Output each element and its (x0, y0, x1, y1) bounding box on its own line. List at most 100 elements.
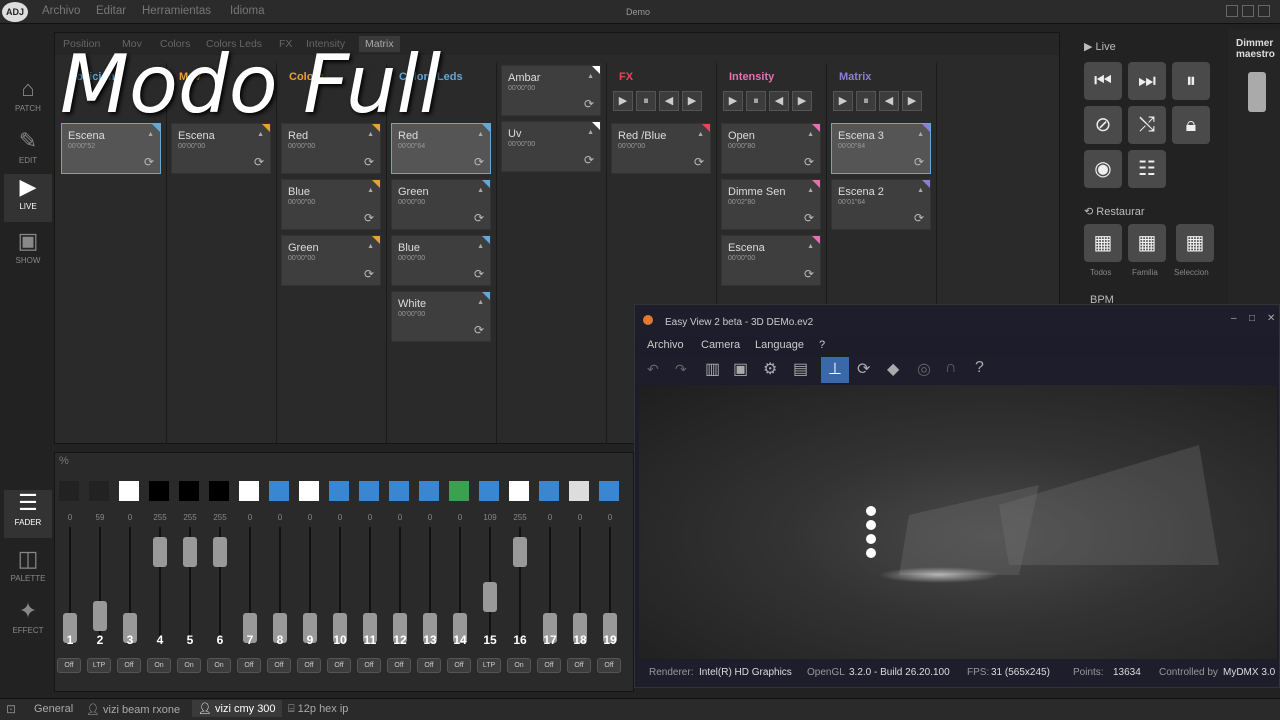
channel-state-button[interactable]: On (507, 658, 531, 673)
ev-close-button[interactable]: ✕ (1267, 313, 1275, 324)
sidebar-item-palette[interactable]: ◫ PALETTE (4, 546, 52, 590)
ev-menu-language[interactable]: Language (755, 339, 804, 351)
refresh-icon[interactable]: ⟳ (144, 155, 154, 169)
chevron-icon[interactable]: ▲ (367, 243, 374, 250)
ev-3d-viewport[interactable] (639, 385, 1277, 659)
refresh-icon[interactable]: ⟳ (364, 267, 374, 281)
sidebar-item-patch[interactable]: ⌂ PATCH (4, 76, 52, 120)
scene-card[interactable]: Dimme Sen 00'02"80 ⟳ ▲ (721, 179, 821, 230)
menu-herramientas[interactable]: Herramientas (142, 5, 211, 17)
scene-card[interactable]: Green 00'00"00 ⟳ ▲ (281, 235, 381, 286)
vr-icon[interactable]: ◎ (917, 359, 931, 379)
ev-menu-camera[interactable]: Camera (701, 339, 740, 351)
scene-card[interactable]: Blue 00'00"00 ⟳ ▲ (281, 179, 381, 230)
transport-button[interactable]: ▶ (682, 91, 702, 111)
transport-button[interactable]: ▶ (723, 91, 743, 111)
scene-card[interactable]: White 00'00"00 ⟳ ▲ (391, 291, 491, 342)
scene-card[interactable]: Escena 2 00'01"64 ⟳ ▲ (831, 179, 931, 230)
channel-state-button[interactable]: Off (297, 658, 321, 673)
refresh-icon[interactable]: ⟳ (474, 211, 484, 225)
chevron-icon[interactable]: ▲ (147, 131, 154, 138)
refresh-icon[interactable]: ⟳ (914, 155, 924, 169)
transport-button[interactable]: ▶ (613, 91, 633, 111)
minimize-button[interactable] (1226, 5, 1238, 17)
ev-minimize-button[interactable]: ‒ (1231, 313, 1237, 324)
tab-vizi-cmy-300[interactable]: 👤︎ vizi cmy 300 (192, 700, 282, 717)
restaurar-label[interactable]: ⟲ Restaurar (1084, 205, 1145, 218)
chevron-icon[interactable]: ▲ (917, 131, 924, 138)
settings-icon[interactable]: ⚙ (763, 359, 777, 379)
transport-button[interactable]: ▶ (833, 91, 853, 111)
redo-icon[interactable]: ↷ (675, 361, 687, 378)
refresh-icon[interactable]: ⟳ (364, 211, 374, 225)
menu-idioma[interactable]: Idioma (230, 5, 265, 17)
diamond-icon[interactable]: ◆ (887, 359, 899, 379)
sidebar-item-effect[interactable]: ✦ EFFECT (4, 598, 52, 642)
transport-button[interactable]: ◀ (659, 91, 679, 111)
refresh-icon[interactable]: ⟳ (914, 211, 924, 225)
ev-maximize-button[interactable]: □ (1249, 313, 1255, 324)
channel-state-button[interactable]: Off (57, 658, 81, 673)
scene-card[interactable]: Green 00'00"00 ⟳ ▲ (391, 179, 491, 230)
lock-icon[interactable]: 🔒︎ (1172, 106, 1210, 144)
refresh-icon[interactable]: ⟳ (804, 155, 814, 169)
fader-knob[interactable] (483, 581, 497, 612)
sidebar-item-fader[interactable]: ☰ FADER (4, 490, 52, 538)
transport-button[interactable]: ⏸ (746, 91, 766, 111)
refresh-icon[interactable]: ⟳ (694, 155, 704, 169)
help-icon[interactable]: ? (975, 359, 984, 377)
chevron-icon[interactable]: ▲ (367, 187, 374, 194)
channel-state-button[interactable]: Off (567, 658, 591, 673)
grid-all-icon[interactable]: ▦ (1084, 224, 1122, 262)
scene-card[interactable]: Uv 00'00"00 ⟳ ▲ (501, 121, 601, 172)
channel-state-button[interactable]: Off (597, 658, 621, 673)
window-icon[interactable]: ▣ (733, 359, 748, 379)
chevron-icon[interactable]: ▲ (477, 299, 484, 306)
maximize-button[interactable] (1242, 5, 1254, 17)
rotate-icon[interactable]: ⟳ (857, 359, 870, 379)
scene-card[interactable]: Escena 3 00'00"84 ⟳ ▲ (831, 123, 931, 174)
channel-state-button[interactable]: Off (237, 658, 261, 673)
camera-icon[interactable]: ◉ (1084, 150, 1122, 188)
chevron-icon[interactable]: ▲ (477, 187, 484, 194)
skip-back-icon[interactable]: ⏮ (1084, 62, 1122, 100)
layout-icon[interactable]: ▥ (705, 359, 720, 379)
channel-state-button[interactable]: LTP (477, 658, 501, 673)
sidebar-item-edit[interactable]: ✎ EDIT (4, 128, 52, 172)
refresh-icon[interactable]: ⟳ (474, 323, 484, 337)
transport-button[interactable]: ⏸ (856, 91, 876, 111)
shuffle-icon[interactable]: ⤭ (1128, 106, 1166, 144)
channel-state-button[interactable]: Off (537, 658, 561, 673)
chevron-icon[interactable]: ▲ (917, 187, 924, 194)
transport-button[interactable]: ◀ (879, 91, 899, 111)
chart-icon[interactable]: ▤ (793, 359, 808, 379)
ev-menu-archivo[interactable]: Archivo (647, 339, 684, 351)
scene-card[interactable]: Escena 00'00"00 ⟳ ▲ (721, 235, 821, 286)
channel-state-button[interactable]: LTP (87, 658, 111, 673)
stage-icon[interactable]: ⊥ (821, 357, 849, 383)
channel-state-button[interactable]: On (207, 658, 231, 673)
skip-forward-icon[interactable]: ⏭ (1128, 62, 1166, 100)
chevron-icon[interactable]: ▲ (587, 73, 594, 80)
refresh-icon[interactable]: ⟳ (804, 211, 814, 225)
refresh-icon[interactable]: ⟳ (254, 155, 264, 169)
channel-state-button[interactable]: On (177, 658, 201, 673)
pause-icon[interactable]: ⏸ (1172, 62, 1210, 100)
tab-general[interactable]: General (34, 703, 73, 715)
fader-knob[interactable] (93, 600, 107, 631)
channel-state-button[interactable]: Off (267, 658, 291, 673)
close-button[interactable] (1258, 5, 1270, 17)
fader-knob[interactable] (183, 536, 197, 567)
channel-state-button[interactable]: Off (327, 658, 351, 673)
transport-button[interactable]: ▶ (792, 91, 812, 111)
chevron-icon[interactable]: ▲ (477, 243, 484, 250)
refresh-icon[interactable]: ⟳ (364, 155, 374, 169)
chevron-icon[interactable]: ▲ (587, 129, 594, 136)
channel-state-button[interactable]: Off (357, 658, 381, 673)
layout-icon[interactable]: ⊡ (6, 702, 16, 716)
sidebar-item-live[interactable]: ▶ LIVE (4, 174, 52, 222)
channel-state-button[interactable]: On (147, 658, 171, 673)
menu-editar[interactable]: Editar (96, 5, 126, 17)
refresh-icon[interactable]: ⟳ (474, 155, 484, 169)
channel-state-button[interactable]: Off (417, 658, 441, 673)
